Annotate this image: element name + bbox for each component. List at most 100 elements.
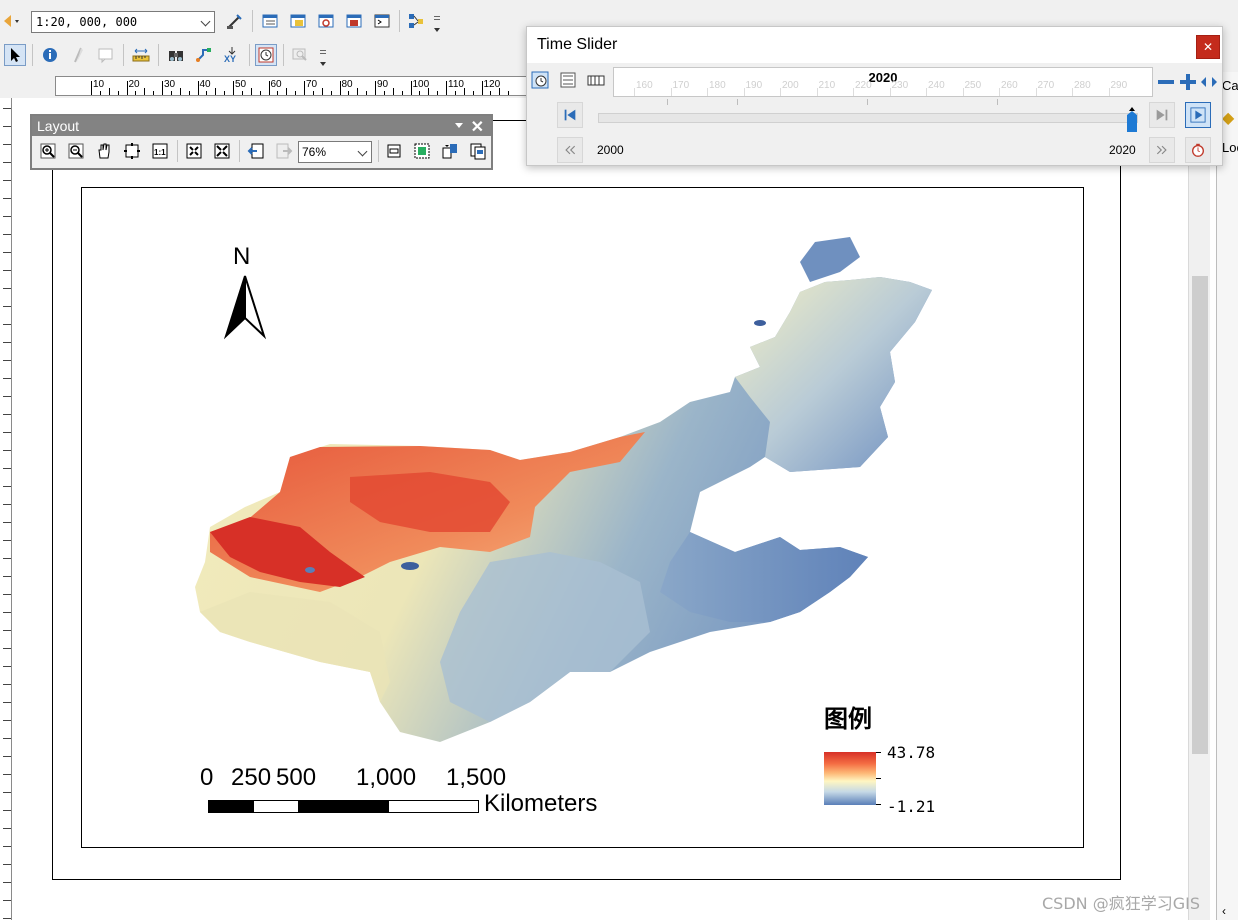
- time-extent-timeline[interactable]: 2020 160 170 180 190 200 210 220 230 240 250 260 27…: [613, 67, 1153, 97]
- scale-bar-units: Kilometers: [484, 790, 598, 817]
- ruler-minor-tick: [259, 91, 261, 95]
- ruler-minor-tick: [508, 91, 510, 95]
- step-forward-button[interactable]: [1149, 137, 1175, 163]
- zoom-out-icon[interactable]: [65, 140, 87, 162]
- timeline-label: 240: [928, 80, 945, 91]
- change-layout-icon[interactable]: [439, 140, 461, 162]
- ruler-minor-tick: [321, 88, 323, 95]
- ruler-tick: [3, 108, 11, 109]
- toolbar-options-icon[interactable]: [433, 12, 441, 34]
- timeline-label: 200: [782, 80, 799, 91]
- zoom-percent-combobox[interactable]: 76%: [298, 141, 372, 163]
- ruler-tick: [3, 126, 11, 127]
- locate-tab[interactable]: Loc: [1222, 140, 1238, 155]
- ruler-tick: [162, 81, 163, 95]
- timeline-tick: [707, 88, 708, 96]
- chevron-down-icon[interactable]: [358, 147, 368, 157]
- north-arrow-icon[interactable]: [224, 274, 266, 340]
- step-back-button[interactable]: [557, 137, 583, 163]
- go-to-xy-icon[interactable]: XY: [221, 44, 243, 66]
- ruler-tick: [3, 324, 11, 325]
- close-button[interactable]: ✕: [1196, 35, 1220, 59]
- svg-text:1:1: 1:1: [154, 148, 166, 157]
- ruler-tick: [3, 486, 11, 487]
- chevron-left-icon[interactable]: ‹: [1222, 904, 1226, 918]
- ruler-tick: [3, 162, 11, 163]
- layer-list-icon[interactable]: [557, 69, 579, 91]
- full-extent-timeline-icon[interactable]: [1199, 71, 1219, 93]
- ruler-tick: [3, 540, 11, 541]
- arrow-left-icon[interactable]: ◆: [1222, 108, 1234, 128]
- time-options-icon[interactable]: [529, 69, 551, 91]
- fixed-zoom-out-icon[interactable]: [211, 140, 233, 162]
- toggle-draft-mode-icon[interactable]: [383, 140, 405, 162]
- editor-toolbar-icon[interactable]: [224, 10, 246, 32]
- ruler-minor-tick: [250, 88, 252, 95]
- scale-bar[interactable]: [208, 799, 480, 815]
- ruler-minor-tick: [224, 91, 226, 95]
- zoom-in-icon[interactable]: [37, 140, 59, 162]
- ruler-minor-tick: [117, 91, 119, 95]
- ruler-tick: [3, 756, 11, 757]
- create-viewer-window-icon[interactable]: [289, 44, 311, 66]
- data-driven-pages-icon[interactable]: [467, 140, 489, 162]
- ruler-tick: [3, 144, 11, 145]
- ruler-minor-tick: [428, 88, 430, 95]
- ruler-tick: [3, 720, 11, 721]
- time-slider-track[interactable]: [598, 113, 1138, 123]
- ruler-tick: [3, 342, 11, 343]
- pan-icon[interactable]: [93, 140, 115, 162]
- time-slider-toggle-icon[interactable]: [255, 44, 277, 66]
- search-window-icon[interactable]: [315, 10, 337, 32]
- ruler-tick: [3, 828, 11, 829]
- ruler-tick: [3, 882, 11, 883]
- go-back-extent-icon[interactable]: [245, 140, 267, 162]
- timeline-label: 270: [1037, 80, 1055, 91]
- measure-icon[interactable]: [130, 44, 152, 66]
- map-scale-combobox[interactable]: 1:20, 000, 000: [31, 11, 215, 33]
- select-elements-icon[interactable]: [4, 44, 26, 66]
- catalog-window-icon[interactable]: [287, 10, 309, 32]
- play-button[interactable]: [1185, 102, 1211, 128]
- time-slider-titlebar[interactable]: Time Slider ✕: [527, 27, 1222, 63]
- arctoolbox-icon[interactable]: [343, 10, 365, 32]
- go-to-start-button[interactable]: [557, 102, 583, 128]
- time-slider-thumb[interactable]: [1125, 107, 1139, 133]
- model-builder-icon[interactable]: [405, 10, 427, 32]
- export-video-icon[interactable]: [585, 69, 607, 91]
- find-icon[interactable]: [165, 44, 187, 66]
- add-data-icon[interactable]: [0, 10, 22, 32]
- playback-options-button[interactable]: [1185, 137, 1211, 163]
- zoom-in-timeline-icon[interactable]: [1179, 71, 1197, 93]
- ruler-tick: [3, 918, 11, 919]
- ruler-tick: [197, 81, 199, 95]
- ruler-tick: [3, 234, 11, 235]
- focus-data-frame-icon[interactable]: [411, 140, 433, 162]
- zoom-whole-page-icon[interactable]: [121, 140, 143, 162]
- html-popup-icon[interactable]: [95, 44, 117, 66]
- ruler-tick: [3, 522, 11, 523]
- vertical-scrollbar[interactable]: [1188, 98, 1210, 920]
- chevron-down-icon[interactable]: [201, 17, 211, 27]
- catalog-tab[interactable]: Ca: [1222, 78, 1238, 93]
- table-of-contents-icon[interactable]: [259, 10, 281, 32]
- zoom-100-percent-icon[interactable]: 1:1: [149, 140, 171, 162]
- identify-icon[interactable]: [39, 44, 61, 66]
- zoom-out-timeline-icon[interactable]: [1157, 71, 1175, 93]
- python-window-icon[interactable]: [371, 10, 393, 32]
- toolbar-menu-icon[interactable]: [455, 123, 463, 128]
- scrollbar-thumb[interactable]: [1192, 276, 1208, 754]
- fixed-zoom-in-icon[interactable]: [183, 140, 205, 162]
- timeline-tick: [743, 88, 745, 96]
- go-to-end-button[interactable]: [1149, 102, 1175, 128]
- toolbar-options-icon[interactable]: [319, 46, 327, 68]
- ruler-label: 30: [164, 79, 176, 90]
- go-forward-extent-icon[interactable]: [273, 140, 295, 162]
- ruler-minor-tick: [241, 91, 243, 95]
- close-icon[interactable]: ✕: [471, 117, 484, 137]
- hyperlink-icon[interactable]: [67, 44, 89, 66]
- ruler-tick: [375, 81, 376, 95]
- find-route-icon[interactable]: [193, 44, 215, 66]
- layout-toolbar-title[interactable]: Layout: [32, 116, 491, 136]
- ruler-minor-tick: [188, 91, 190, 95]
